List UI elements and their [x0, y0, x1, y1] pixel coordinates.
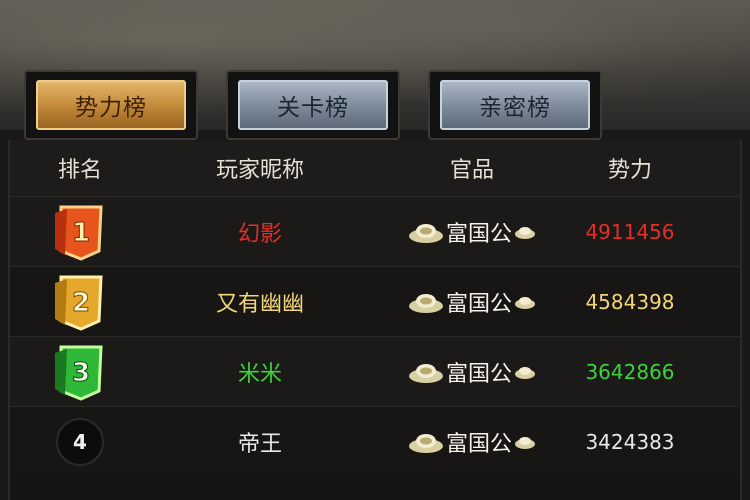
power-value: 4911456	[560, 197, 700, 267]
header-title: 官品	[449, 158, 494, 183]
rank-flag-icon: 2	[55, 275, 103, 331]
official-title: 富国公	[382, 267, 562, 337]
rank-number: 1	[72, 218, 90, 248]
rank-badge-4: 4	[40, 407, 120, 477]
leaderboard-row[interactable]: 2 又有幽幽 富国公 4584398	[10, 266, 740, 336]
title-text: 富国公	[445, 432, 512, 457]
header-player: 玩家昵称	[215, 158, 304, 183]
title-text: 富国公	[445, 292, 512, 317]
rank-number: 2	[72, 288, 90, 318]
gold-ingot-small-icon	[515, 227, 535, 239]
leaderboard-row[interactable]: 3 米米 富国公 3642866	[10, 336, 740, 406]
tab-power-ranking-label: 势力榜	[36, 80, 186, 130]
gold-ingot-icon	[408, 294, 443, 313]
leaderboard-row[interactable]: 1 幻影 富国公 4911456	[10, 196, 740, 266]
rank-medal-3: 3	[40, 337, 120, 407]
gold-ingot-icon	[408, 364, 443, 383]
title-text: 富国公	[445, 362, 512, 387]
rank-medal-1: 1	[40, 197, 120, 267]
gold-ingot-icon	[408, 224, 443, 243]
tab-stage-ranking-label: 关卡榜	[238, 80, 388, 130]
rank-number: 4	[56, 418, 104, 466]
power-value-text: 4584398	[585, 290, 675, 314]
power-value-text: 3424383	[585, 430, 675, 454]
tab-stage-ranking[interactable]: 关卡榜	[226, 70, 400, 140]
gold-ingot-small-icon	[515, 367, 535, 379]
player-name-text: 又有幽幽	[215, 292, 304, 317]
player-name: 帝王	[170, 407, 350, 477]
player-name-text: 米米	[237, 362, 282, 387]
header-power: 势力	[607, 158, 652, 183]
tab-power-ranking[interactable]: 势力榜	[24, 70, 198, 140]
power-value: 3424383	[560, 407, 700, 477]
tab-intimacy-ranking[interactable]: 亲密榜	[428, 70, 602, 140]
player-name: 又有幽幽	[170, 267, 350, 337]
official-title: 富国公	[382, 407, 562, 477]
player-name-text: 帝王	[237, 432, 282, 457]
rank-number: 3	[72, 358, 90, 388]
player-name: 米米	[170, 337, 350, 407]
leaderboard: 排名 玩家昵称 官品 势力 1 幻影 富国公 4911456 2 又有幽幽 富国…	[8, 140, 742, 500]
header-rank: 排名	[57, 158, 102, 183]
player-name-text: 幻影	[237, 222, 282, 247]
official-title: 富国公	[382, 337, 562, 407]
gold-ingot-small-icon	[515, 297, 535, 309]
leaderboard-header: 排名 玩家昵称 官品 势力	[10, 140, 740, 196]
official-title: 富国公	[382, 197, 562, 267]
rank-flag-icon: 1	[55, 205, 103, 261]
gold-ingot-icon	[408, 434, 443, 453]
title-text: 富国公	[445, 222, 512, 247]
player-name: 幻影	[170, 197, 350, 267]
power-value: 4584398	[560, 267, 700, 337]
gold-ingot-small-icon	[515, 437, 535, 449]
power-value: 3642866	[560, 337, 700, 407]
power-value-text: 4911456	[585, 220, 675, 244]
leaderboard-row[interactable]: 4 帝王 富国公 3424383	[10, 406, 740, 476]
rank-flag-icon: 3	[55, 345, 103, 401]
tab-intimacy-ranking-label: 亲密榜	[440, 80, 590, 130]
power-value-text: 3642866	[585, 360, 675, 384]
rank-medal-2: 2	[40, 267, 120, 337]
